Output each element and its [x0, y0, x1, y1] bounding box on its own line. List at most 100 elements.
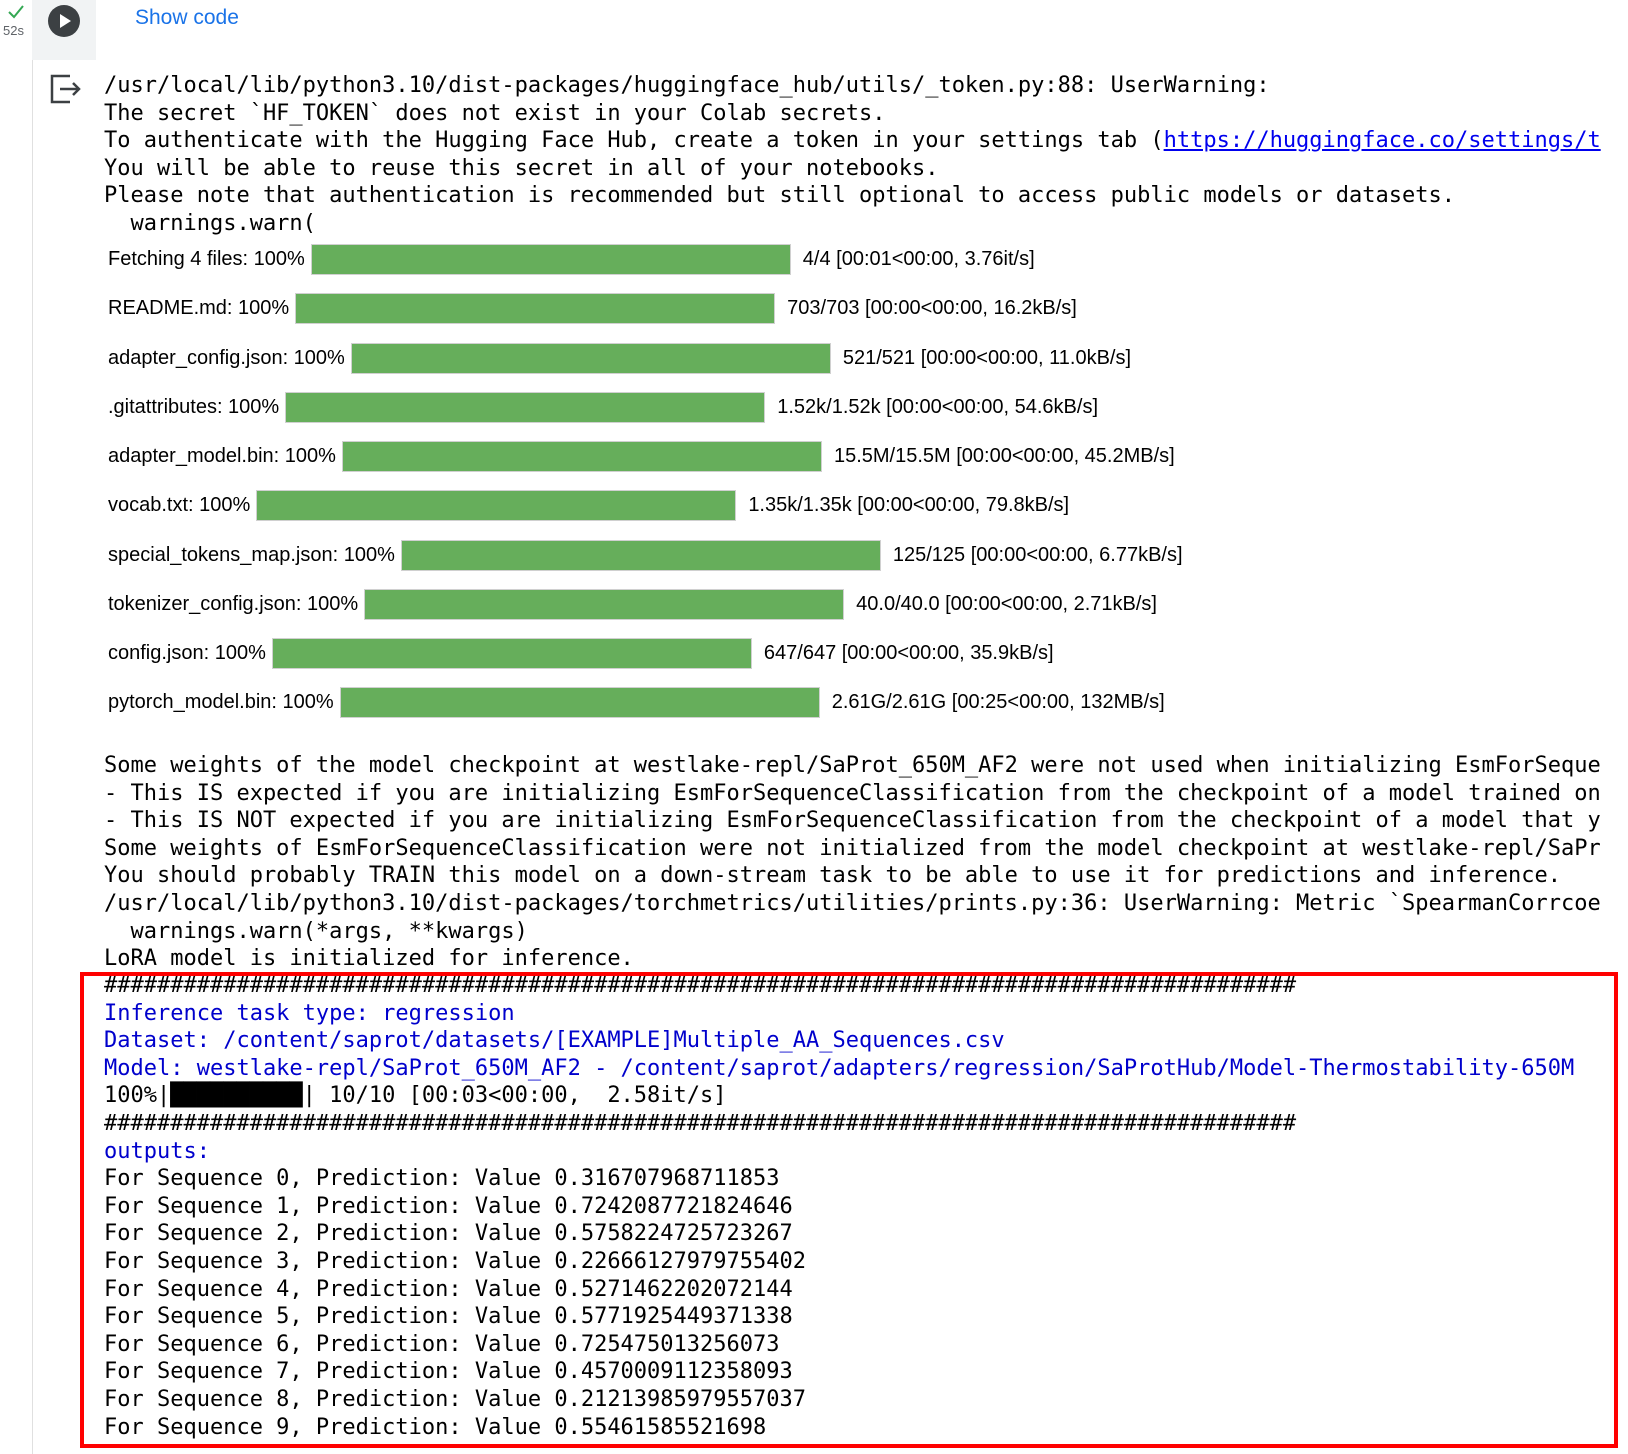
console-line-text: /usr/local/lib/python3.10/dist-packages/…: [104, 73, 1270, 98]
console-line: You will be able to reuse this secret in…: [104, 155, 1628, 183]
progress-bar-fill: [296, 293, 775, 323]
progress-row: config.json: 100% 647/647 [00:00<00:00, 3…: [108, 636, 1054, 670]
progress-bar: [271, 637, 752, 669]
console-line-text: warnings.warn(: [104, 210, 316, 236]
console-line: For Sequence 8, Prediction: Value 0.2121…: [104, 1386, 1628, 1414]
progress-bar: [295, 292, 776, 324]
console-line-text: Model: westlake-repl/SaProt_650M_AF2 - /…: [104, 1055, 1575, 1081]
progress-bar: [400, 539, 881, 571]
console-line-text: warnings.warn(*args, **kwargs): [104, 918, 528, 944]
console-line: The secret `HF_TOKEN` does not exist in …: [104, 100, 1628, 128]
progress-stats: 40.0/40.0 [00:00<00:00, 2.71kB/s]: [856, 592, 1157, 615]
play-icon: [60, 14, 71, 28]
run-cell-button[interactable]: [48, 5, 80, 37]
console-line: ########################################…: [104, 972, 1628, 1000]
show-code-link[interactable]: Show code: [135, 6, 239, 30]
progress-row: .gitattributes: 100% 1.52k/1.52k [00:00<0…: [108, 390, 1098, 424]
console-line: For Sequence 4, Prediction: Value 0.5271…: [104, 1276, 1628, 1304]
progress-row: adapter_config.json: 100% 521/521 [00:00<…: [108, 341, 1131, 375]
console-line-text: Some weights of EsmForSequenceClassifica…: [104, 835, 1601, 861]
console-line-text: You will be able to reuse this secret in…: [104, 155, 939, 181]
console-line: - This IS NOT expected if you are initia…: [104, 807, 1628, 835]
console-line: Model: westlake-repl/SaProt_650M_AF2 - /…: [104, 1055, 1628, 1083]
progress-bar-fill: [311, 244, 790, 274]
progress-row: vocab.txt: 100% 1.35k/1.35k [00:00<00:00,…: [108, 488, 1069, 522]
progress-label: adapter_model.bin: 100%: [108, 444, 336, 467]
progress-stats: 125/125 [00:00<00:00, 6.77kB/s]: [892, 543, 1183, 566]
console-line-text: You should probably TRAIN this model on …: [104, 863, 1561, 889]
console-line: For Sequence 1, Prediction: Value 0.7242…: [104, 1193, 1628, 1221]
progress-stats: 4/4 [00:01<00:00, 3.76it/s]: [802, 247, 1035, 270]
console-line: You should probably TRAIN this model on …: [104, 862, 1628, 890]
console-output-warnings: /usr/local/lib/python3.10/dist-packages/…: [104, 72, 1628, 238]
console-line: Dataset: /content/saprot/datasets/[EXAMP…: [104, 1027, 1628, 1055]
progress-stats: 1.35k/1.35k [00:00<00:00, 79.8kB/s]: [748, 493, 1070, 516]
console-line-text: 100%|██████████| 10/10 [00:03<00:00, 2.5…: [104, 1083, 727, 1109]
console-line-text: - This IS expected if you are initializi…: [104, 780, 1601, 806]
console-output-predictions: ########################################…: [104, 972, 1628, 1441]
progress-bar-fill: [401, 540, 880, 570]
console-line: Some weights of EsmForSequenceClassifica…: [104, 835, 1628, 863]
console-line: warnings.warn(*args, **kwargs): [104, 918, 1628, 946]
progress-bar: [350, 342, 831, 374]
console-line-text: For Sequence 3, Prediction: Value 0.2266…: [104, 1248, 806, 1274]
progress-bar-fill: [272, 638, 751, 668]
console-line-text: For Sequence 8, Prediction: Value 0.2121…: [104, 1386, 806, 1412]
progress-bar-fill: [340, 687, 819, 717]
progress-bar: [285, 391, 766, 423]
console-line-text: Dataset: /content/saprot/datasets/[EXAMP…: [104, 1028, 1005, 1054]
progress-stats: 703/703 [00:00<00:00, 16.2kB/s]: [787, 296, 1077, 319]
console-line-text: ########################################…: [104, 973, 1297, 998]
progress-label: README.md: 100%: [108, 296, 290, 319]
console-line: outputs:: [104, 1138, 1628, 1166]
output-arrow-icon[interactable]: [48, 72, 82, 106]
progress-stats: 2.61G/2.61G [00:25<00:00, 132MB/s]: [831, 690, 1165, 713]
progress-stats: 15.5M/15.5M [00:00<00:00, 45.2MB/s]: [833, 444, 1175, 467]
progress-bar: [364, 588, 845, 620]
execution-time: 52s: [3, 23, 24, 38]
console-line-text: For Sequence 2, Prediction: Value 0.5758…: [104, 1221, 793, 1247]
console-line: For Sequence 0, Prediction: Value 0.3167…: [104, 1165, 1628, 1193]
console-line-text: To authenticate with the Hugging Face Hu…: [104, 128, 1164, 154]
progress-stats: 521/521 [00:00<00:00, 11.0kB/s]: [842, 346, 1132, 369]
console-line: Please note that authentication is recom…: [104, 182, 1628, 210]
console-line-text: ########################################…: [104, 1110, 1297, 1136]
progress-label: config.json: 100%: [108, 641, 266, 664]
console-output-model-load: Some weights of the model checkpoint at …: [104, 752, 1628, 973]
settings-link[interactable]: https://huggingface.co/settings/t: [1164, 128, 1601, 153]
console-line-text: For Sequence 6, Prediction: Value 0.7254…: [104, 1331, 780, 1357]
progress-label: .gitattributes: 100%: [108, 395, 280, 418]
console-line-text: outputs:: [104, 1138, 210, 1164]
progress-label: special_tokens_map.json: 100%: [108, 543, 395, 566]
console-line-text: Inference task type: regression: [104, 1000, 515, 1026]
console-line: /usr/local/lib/python3.10/dist-packages/…: [104, 890, 1628, 918]
progress-row: README.md: 100% 703/703 [00:00<00:00, 16.…: [108, 291, 1077, 325]
console-line-text: For Sequence 7, Prediction: Value 0.4570…: [104, 1359, 793, 1385]
console-line: Some weights of the model checkpoint at …: [104, 752, 1628, 780]
console-line: For Sequence 9, Prediction: Value 0.5546…: [104, 1414, 1628, 1442]
progress-row: tokenizer_config.json: 100% 40.0/40.0 [00…: [108, 587, 1157, 621]
progress-bar-fill: [257, 490, 736, 520]
console-line: For Sequence 6, Prediction: Value 0.7254…: [104, 1331, 1628, 1359]
console-line: Inference task type: regression: [104, 1000, 1628, 1028]
progress-row: Fetching 4 files: 100% 4/4 [00:01<00:00, …: [108, 242, 1035, 276]
console-line: 100%|██████████| 10/10 [00:03<00:00, 2.5…: [104, 1082, 1628, 1110]
progress-bar: [339, 686, 820, 718]
console-line: /usr/local/lib/python3.10/dist-packages/…: [104, 72, 1628, 100]
console-line-text: Some weights of the model checkpoint at …: [104, 753, 1601, 778]
progress-label: Fetching 4 files: 100%: [108, 247, 305, 270]
progress-row: adapter_model.bin: 100% 15.5M/15.5M [00:0…: [108, 439, 1175, 473]
progress-row: pytorch_model.bin: 100% 2.61G/2.61G [00:2…: [108, 685, 1165, 719]
progress-bar-fill: [351, 343, 830, 373]
console-line: For Sequence 7, Prediction: Value 0.4570…: [104, 1358, 1628, 1386]
progress-bar-fill: [286, 392, 765, 422]
console-line-text: The secret `HF_TOKEN` does not exist in …: [104, 100, 886, 126]
console-line: For Sequence 5, Prediction: Value 0.5771…: [104, 1303, 1628, 1331]
progress-label: pytorch_model.bin: 100%: [108, 690, 334, 713]
console-line-text: For Sequence 1, Prediction: Value 0.7242…: [104, 1193, 793, 1219]
progress-bar-fill: [365, 589, 844, 619]
console-line: For Sequence 3, Prediction: Value 0.2266…: [104, 1248, 1628, 1276]
console-line: warnings.warn(: [104, 210, 1628, 238]
check-icon: [8, 5, 24, 19]
progress-stats: 647/647 [00:00<00:00, 35.9kB/s]: [763, 641, 1054, 664]
